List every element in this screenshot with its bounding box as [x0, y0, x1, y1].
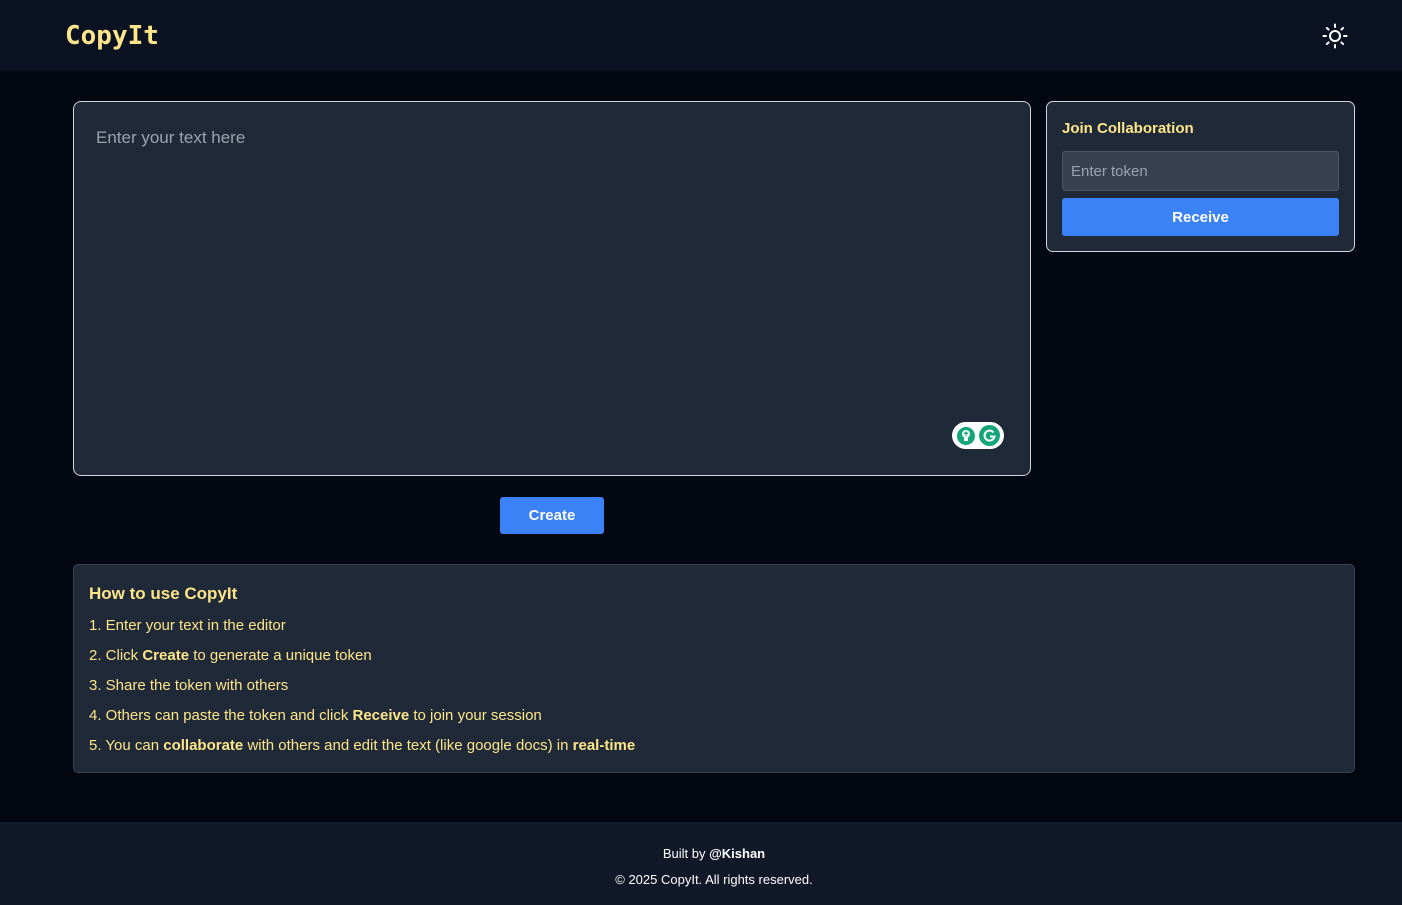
step-item: 5. You can collaborate with others and e…: [89, 737, 636, 754]
token-input[interactable]: [1062, 151, 1339, 191]
step-item: 2. Click Create to generate a unique tok…: [89, 647, 372, 664]
author-link[interactable]: @Kishan: [709, 846, 765, 861]
app-logo[interactable]: CopyIt: [65, 18, 159, 54]
lightbulb-icon[interactable]: [956, 426, 975, 445]
steps-list: 1. Enter your text in the editor 2. Clic…: [89, 617, 635, 767]
join-title: Join Collaboration: [1062, 120, 1194, 137]
built-by-text: Built by @Kishan: [662, 846, 766, 861]
step-item: 1. Enter your text in the editor: [89, 617, 286, 634]
text-editor[interactable]: [74, 102, 1030, 475]
grammarly-widget[interactable]: [952, 422, 1004, 449]
footer: Built by @Kishan © 2025 CopyIt. All righ…: [0, 822, 1402, 905]
theme-toggle-button[interactable]: [1318, 19, 1352, 53]
grammarly-icon[interactable]: [978, 425, 1000, 446]
editor-container: [73, 101, 1031, 476]
step-item: 3. Share the token with others: [89, 677, 289, 694]
sun-icon: [1322, 23, 1348, 49]
create-button[interactable]: Create: [500, 497, 604, 534]
header: CopyIt: [0, 0, 1402, 71]
receive-button[interactable]: Receive: [1062, 198, 1339, 236]
copyright-text: © 2025 CopyIt. All rights reserved.: [615, 872, 813, 887]
step-item: 4. Others can paste the token and click …: [89, 707, 542, 724]
how-to-panel: How to use CopyIt 1. Enter your text in …: [73, 564, 1355, 773]
how-to-title: How to use CopyIt: [89, 584, 238, 603]
join-collaboration-panel: Join Collaboration Receive: [1046, 101, 1355, 252]
